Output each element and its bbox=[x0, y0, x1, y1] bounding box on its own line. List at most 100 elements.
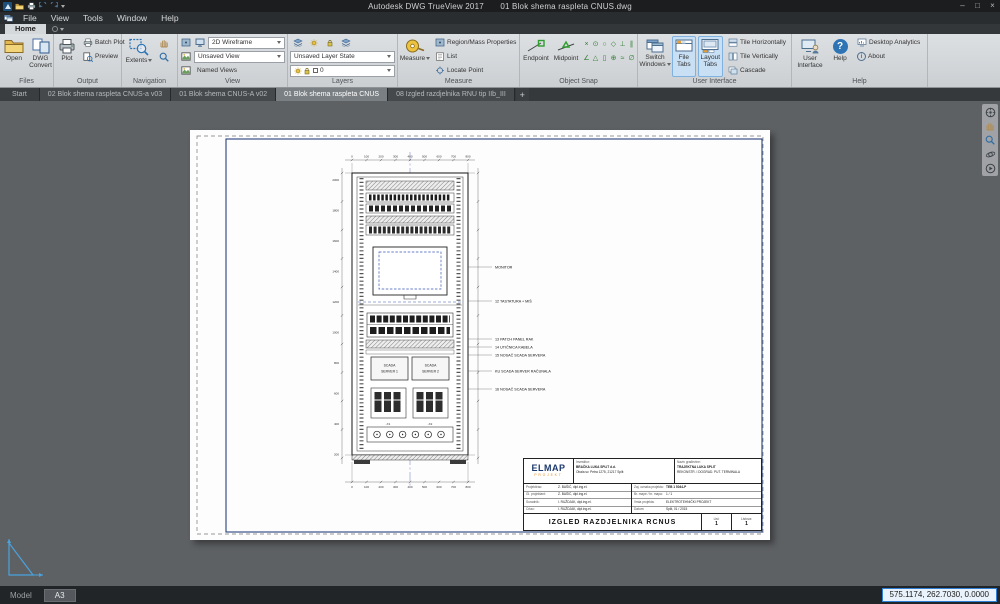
quadrant-snap-icon[interactable]: ◇ bbox=[609, 38, 618, 52]
layout-tabs-toggle-button[interactable]: Layout Tabs bbox=[698, 36, 723, 77]
qat-open-icon[interactable] bbox=[15, 3, 24, 10]
view-combo[interactable]: Unsaved View bbox=[194, 51, 285, 63]
layer-state-combo[interactable]: Unsaved Layer State bbox=[290, 51, 395, 63]
zoom-tool-icon[interactable] bbox=[984, 134, 997, 146]
layer-properties-icon[interactable] bbox=[340, 37, 352, 49]
navigation-wheel-icon[interactable] bbox=[984, 106, 997, 118]
switch-windows-button[interactable]: Switch Windows bbox=[640, 36, 670, 77]
midpoint-snap-button[interactable]: Midpoint bbox=[552, 36, 580, 77]
layer-on-icon[interactable] bbox=[308, 37, 320, 49]
list-button[interactable]: List bbox=[432, 50, 519, 63]
roles-column: Projektirao:Z. BAŠIĆ, dipl.ing.el. Gl. p… bbox=[524, 484, 632, 513]
none-snap-icon[interactable]: ∅ bbox=[627, 52, 636, 66]
extension-snap-icon[interactable]: ⊕ bbox=[609, 52, 618, 66]
locate-point-button[interactable]: Locate Point bbox=[432, 64, 519, 77]
module-label: -X2 bbox=[428, 422, 433, 426]
svg-text:700: 700 bbox=[451, 485, 456, 489]
minimize-button[interactable]: – bbox=[955, 0, 970, 12]
tile-vertically-button[interactable]: Tile Vertically bbox=[725, 50, 789, 63]
measure-button[interactable]: Measure bbox=[400, 36, 430, 77]
named-views-button[interactable]: Named Views bbox=[194, 64, 240, 77]
zoom-extents-button[interactable]: Extents bbox=[124, 36, 154, 77]
combo-arrow-icon[interactable] bbox=[387, 69, 391, 72]
extents-dropdown-icon[interactable] bbox=[148, 59, 152, 62]
file-tab[interactable]: 08 Izgled razdjelnika RNU tip IIb_III bbox=[388, 88, 515, 101]
perpendicular-snap-icon[interactable]: ⊥ bbox=[618, 38, 627, 52]
cascade-button[interactable]: Cascade bbox=[725, 64, 789, 77]
pan-tool-icon[interactable] bbox=[984, 120, 997, 132]
tangent-snap-icon[interactable]: △ bbox=[591, 52, 600, 66]
model-tab[interactable]: Model bbox=[0, 591, 42, 600]
layout-tab-a3[interactable]: A3 bbox=[44, 589, 76, 602]
file-tab[interactable]: 02 Blok shema raspleta CNUS-a v03 bbox=[40, 88, 171, 101]
orbit-tool-icon[interactable] bbox=[984, 148, 997, 160]
svg-text:800: 800 bbox=[334, 361, 339, 365]
menu-view[interactable]: View bbox=[44, 12, 76, 24]
insert-snap-icon[interactable]: ▯ bbox=[600, 52, 609, 66]
zoom-button[interactable] bbox=[156, 50, 172, 63]
measure-dropdown-icon[interactable] bbox=[426, 57, 430, 60]
visual-style-combo[interactable]: 2D Wireframe bbox=[208, 37, 285, 49]
menu-file[interactable]: File bbox=[16, 12, 44, 24]
intersection-snap-icon[interactable]: × bbox=[582, 38, 591, 52]
desktop-analytics-button[interactable]: Desktop Analytics bbox=[854, 36, 923, 49]
svg-text:100: 100 bbox=[364, 155, 369, 159]
ribbon-cycle-icon[interactable] bbox=[52, 26, 58, 32]
region-mass-properties-button[interactable]: Region/Mass Properties bbox=[432, 36, 519, 49]
angle-snap-icon[interactable]: ∠ bbox=[582, 52, 591, 66]
about-button[interactable]: i About bbox=[854, 50, 923, 63]
maximize-button[interactable]: □ bbox=[970, 0, 985, 12]
module-label: -X1 bbox=[386, 422, 391, 426]
user-interface-button[interactable]: User Interface bbox=[794, 36, 826, 77]
qat-redo-icon[interactable] bbox=[50, 2, 58, 10]
combo-arrow-icon[interactable] bbox=[277, 41, 281, 44]
combo-arrow-icon[interactable] bbox=[277, 55, 281, 58]
combo-arrow-icon[interactable] bbox=[387, 55, 391, 58]
file-tabs-toggle-button[interactable]: File Tabs bbox=[672, 36, 696, 77]
qat-plot-icon[interactable] bbox=[27, 2, 36, 10]
switch-windows-icon bbox=[646, 38, 664, 53]
open-label: Open bbox=[6, 55, 22, 62]
batch-plot-button[interactable]: Batch Plot bbox=[80, 36, 128, 49]
menu-tools[interactable]: Tools bbox=[76, 12, 110, 24]
current-layer-combo[interactable]: 0 bbox=[290, 65, 395, 77]
center-snap-icon[interactable]: ○ bbox=[600, 38, 609, 52]
file-tab[interactable]: 01 Blok shema CNUS-A v02 bbox=[171, 88, 276, 101]
layer-states-icon[interactable] bbox=[292, 37, 304, 49]
preview-button[interactable]: Preview bbox=[80, 50, 128, 63]
ribbon-options[interactable] bbox=[52, 24, 64, 34]
region-icon bbox=[435, 38, 445, 47]
showmotion-icon[interactable] bbox=[984, 162, 997, 174]
dwg-convert-button[interactable]: DWG Convert bbox=[28, 36, 53, 77]
tile-horizontally-button[interactable]: Tile Horizontally bbox=[725, 36, 789, 49]
switch-windows-dropdown-icon[interactable] bbox=[667, 63, 671, 66]
parallel-snap-icon[interactable]: ∥ bbox=[627, 38, 636, 52]
sheet-number-cell: List: 1 bbox=[701, 514, 731, 530]
tab-home[interactable]: Home bbox=[5, 24, 46, 34]
layer-lock-icon[interactable] bbox=[324, 37, 336, 49]
new-tab-button[interactable]: + bbox=[516, 88, 529, 101]
app-menu-icon[interactable] bbox=[2, 13, 14, 23]
zoom-extents-icon bbox=[129, 38, 149, 56]
file-tab-active[interactable]: 01 Blok shema raspleta CNUS bbox=[276, 88, 388, 101]
list-icon bbox=[435, 52, 445, 61]
ribbon-collapse-icon[interactable] bbox=[60, 28, 64, 31]
menu-window[interactable]: Window bbox=[110, 12, 154, 24]
help-button[interactable]: ? Help bbox=[828, 36, 852, 77]
file-tab-start[interactable]: Start bbox=[0, 88, 40, 101]
plot-button[interactable]: Plot bbox=[56, 36, 78, 77]
drawing-canvas[interactable]: SCADA SERVER 1 SCADA SERVER 2 -X1 -X2 bbox=[0, 101, 1000, 586]
node-snap-icon[interactable]: ⊙ bbox=[591, 38, 600, 52]
endpoint-snap-button[interactable]: Endpoint bbox=[522, 36, 550, 77]
app-logo-icon[interactable] bbox=[3, 2, 12, 11]
open-button[interactable]: Open bbox=[2, 36, 26, 77]
qat-undo-icon[interactable] bbox=[39, 2, 47, 10]
qat-dropdown-icon[interactable] bbox=[61, 5, 65, 8]
close-button[interactable]: × bbox=[985, 0, 1000, 12]
menu-help[interactable]: Help bbox=[154, 12, 185, 24]
nearest-snap-icon[interactable]: ≈ bbox=[618, 52, 627, 66]
batch-plot-icon bbox=[83, 38, 93, 47]
drawing-title: IZGLED RAZDJELNIKA RCNUS bbox=[524, 514, 701, 530]
pan-button[interactable] bbox=[156, 36, 172, 49]
document-title: 01 Blok shema raspleta CNUS.dwg bbox=[500, 2, 632, 11]
